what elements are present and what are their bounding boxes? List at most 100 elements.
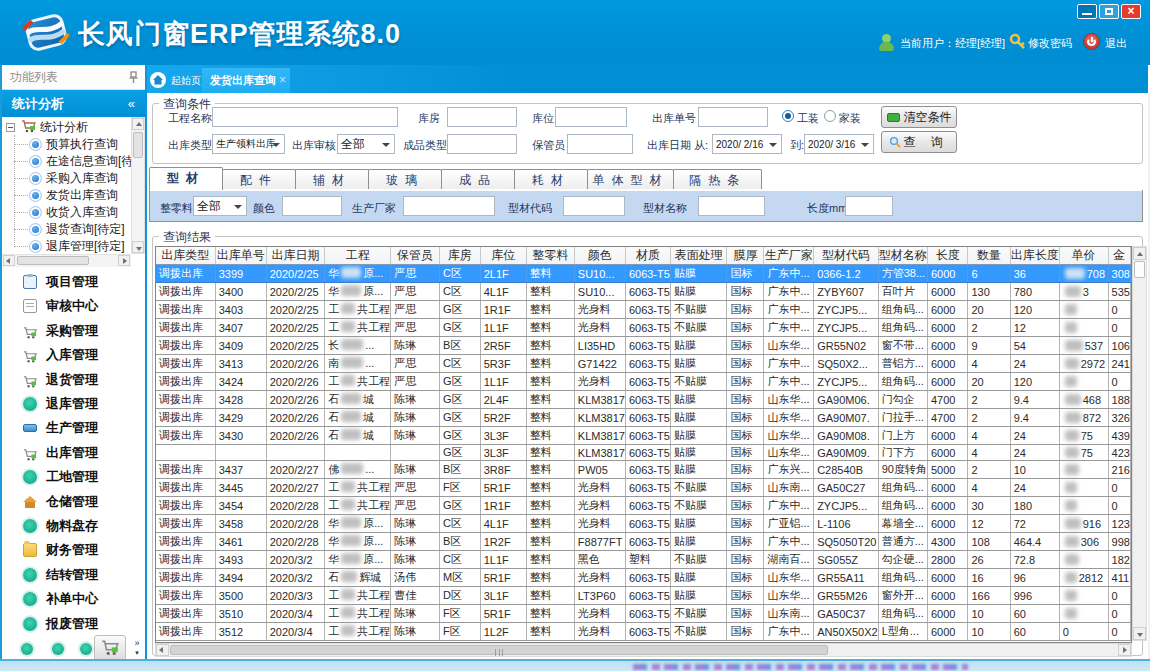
- tab-home[interactable]: 起始页: [150, 69, 201, 93]
- table-row[interactable]: 调拨出库34932020/3/2华原...陈琳C区1L1F整料黑色塑料不贴膜国标…: [156, 551, 1131, 569]
- column-header[interactable]: 库房: [439, 247, 480, 265]
- sidebar-menu-10[interactable]: 仓储管理: [2, 490, 145, 514]
- pin-icon[interactable]: [129, 71, 137, 83]
- table-horizontal-scrollbar[interactable]: [155, 643, 1132, 657]
- table-row[interactable]: G区3L3F整料KLM38176063-T5贴膜国标山东华...GA90M09.…: [156, 445, 1131, 461]
- sidebar-menu-11[interactable]: 物料盘存: [2, 514, 145, 538]
- sidebar-menu-12[interactable]: 财务管理: [2, 538, 145, 562]
- material-tab-5[interactable]: 成品: [441, 169, 515, 190]
- column-header[interactable]: 颜色: [574, 247, 625, 265]
- outbound-type-select[interactable]: 生产领料出库: [212, 134, 285, 154]
- table-row[interactable]: 调拨出库34582020/2/28华原...陈琳C区4L1F整料光身料6063-…: [156, 515, 1131, 533]
- material-tab-4[interactable]: 玻璃: [368, 169, 442, 190]
- sidebar-menu-4[interactable]: 入库管理: [2, 343, 145, 367]
- search-button[interactable]: 查 询: [881, 131, 957, 153]
- table-row[interactable]: 调拨出库34002020/2/25华原...严思C区4L1F整料SU10...6…: [156, 283, 1131, 301]
- change-password-link[interactable]: 修改密码: [1028, 34, 1072, 52]
- profile-code-input[interactable]: [563, 196, 625, 216]
- table-row[interactable]: 调拨出库35102020/3/4工共工程陈琳F区5R1F整料光身料6063-T5…: [156, 605, 1131, 623]
- logout-link[interactable]: 退出: [1105, 34, 1127, 52]
- manufacturer-input[interactable]: [403, 196, 495, 216]
- sidebar-menu-13[interactable]: 结转管理: [2, 563, 145, 587]
- material-tab-1[interactable]: 型材: [149, 167, 223, 190]
- column-header[interactable]: 数量: [968, 247, 1010, 265]
- tree-root-statistics[interactable]: 统计分析: [6, 119, 88, 136]
- table-row[interactable]: 调拨出库34092020/2/25长...陈琳B区2R5F整料LI35HD606…: [156, 337, 1131, 355]
- column-header[interactable]: 材质: [625, 247, 670, 265]
- cart-button[interactable]: [94, 635, 126, 661]
- minimize-button[interactable]: [1077, 4, 1097, 19]
- column-header[interactable]: 单价: [1059, 247, 1108, 265]
- table-row[interactable]: 调拨出库34292020/2/26石城陈琳G区5R2F整料KLM38176063…: [156, 409, 1131, 427]
- sidebar-menu-15[interactable]: 报废管理: [2, 612, 145, 636]
- tree-expander-icon[interactable]: [6, 123, 15, 132]
- dot-icon[interactable]: [52, 643, 64, 655]
- location-input[interactable]: [555, 107, 627, 127]
- tree-item[interactable]: 收货入库查询: [30, 204, 118, 221]
- table-row[interactable]: 调拨出库35122020/3/4工共工程陈琳F区1L2F整料光身料6063-T5…: [156, 623, 1131, 641]
- table-row[interactable]: 调拨出库34032020/2/25工共工程严思G区1R1F整料光身料6063-T…: [156, 301, 1131, 319]
- warehouse-input[interactable]: [447, 107, 517, 127]
- column-header[interactable]: 型材名称: [878, 247, 927, 265]
- sidebar-menu-8[interactable]: 出库管理: [2, 441, 145, 465]
- material-tab-8[interactable]: 隔热条: [673, 169, 762, 190]
- column-header[interactable]: 金: [1108, 247, 1130, 265]
- date-to-select[interactable]: 2020/ 3/16: [804, 134, 874, 154]
- project-name-input[interactable]: [212, 107, 398, 127]
- sidebar-menu-2[interactable]: 审核中心: [2, 294, 145, 318]
- tab-shipping-outbound-query[interactable]: 发货出库查询 ×: [202, 68, 290, 93]
- table-row[interactable]: 调拨出库34282020/2/26石城陈琳G区2L4F整料KLM38176063…: [156, 391, 1131, 409]
- tree-item[interactable]: 采购入库查询: [30, 170, 118, 187]
- table-row[interactable]: 调拨出库34942020/3/2石辉城汤伟M区5R1F整料光身料6063-T5贴…: [156, 569, 1131, 587]
- product-type-input[interactable]: [447, 134, 517, 154]
- table-row[interactable]: 调拨出库34372020/2/27佛...陈琳B区3R8F整料PW056063-…: [156, 461, 1131, 479]
- column-header[interactable]: 出库日期: [266, 247, 324, 265]
- dot-icon[interactable]: [21, 643, 33, 655]
- table-row[interactable]: 调拨出库34072020/2/25工共工程严思G区1L1F整料光身料6063-T…: [156, 319, 1131, 337]
- table-row[interactable]: 调拨出库34302020/2/26石城陈琳G区3L3F整料KLM38176063…: [156, 427, 1131, 445]
- radio-home-decor[interactable]: [824, 110, 836, 122]
- profile-name-input[interactable]: [698, 196, 765, 216]
- color-input[interactable]: [282, 196, 342, 216]
- sidebar-menu-3[interactable]: 采购管理: [2, 319, 145, 343]
- tab-close-icon[interactable]: ×: [279, 68, 286, 93]
- material-tab-2[interactable]: 配件: [222, 169, 296, 190]
- more-menu-button[interactable]: »▾: [131, 639, 143, 657]
- table-vertical-scrollbar[interactable]: [1132, 246, 1147, 641]
- sidebar-menu-1[interactable]: 项目管理: [2, 270, 145, 294]
- dot-icon[interactable]: [80, 643, 92, 655]
- collapse-icon[interactable]: «: [128, 90, 135, 117]
- column-header[interactable]: 工程: [325, 247, 391, 265]
- column-header[interactable]: 库位: [480, 247, 526, 265]
- tree-item[interactable]: 退库管理[待定]: [30, 238, 125, 254]
- date-from-select[interactable]: 2020/ 2/16: [712, 134, 782, 154]
- close-button[interactable]: ×: [1121, 4, 1141, 19]
- column-header[interactable]: 出库长度: [1010, 247, 1059, 265]
- sidebar-section-statistics[interactable]: 统计分析 «: [2, 90, 145, 117]
- table-row[interactable]: 调拨出库35002020/3/3工共工程曹佳D区3L1F整料LT3P606063…: [156, 587, 1131, 605]
- column-header[interactable]: 膜厚: [727, 247, 764, 265]
- sidebar-menu-5[interactable]: 退货管理: [2, 368, 145, 392]
- radio-work-clothes[interactable]: [782, 110, 794, 122]
- tree-horizontal-scrollbar[interactable]: [2, 254, 131, 267]
- maximize-button[interactable]: [1099, 4, 1119, 19]
- sidebar-menu-7[interactable]: 生产管理: [2, 416, 145, 440]
- sidebar-menu-14[interactable]: 补单中心: [2, 587, 145, 611]
- tree-item[interactable]: 在途信息查询[待: [30, 153, 132, 170]
- tree-item[interactable]: 发货出库查询: [30, 187, 118, 204]
- column-header[interactable]: 型材代码: [814, 247, 879, 265]
- keeper-input[interactable]: [567, 134, 633, 154]
- sidebar-menu-6[interactable]: 退库管理: [2, 392, 145, 416]
- table-row[interactable]: 调拨出库34612020/2/28华原...陈琳B区1R2F整料F8877FT6…: [156, 533, 1131, 551]
- column-header[interactable]: 整零料: [526, 247, 574, 265]
- tree-vertical-scrollbar[interactable]: [131, 117, 145, 254]
- column-header[interactable]: 出库单号: [215, 247, 266, 265]
- tree-item[interactable]: 退货查询[待定]: [30, 221, 125, 238]
- column-header[interactable]: 保管员: [391, 247, 440, 265]
- column-header[interactable]: 出库类型: [156, 247, 215, 265]
- audit-select[interactable]: 全部: [337, 134, 395, 154]
- column-header[interactable]: 表面处理: [670, 247, 727, 265]
- length-input[interactable]: [845, 196, 893, 216]
- material-tab-6[interactable]: 耗材: [514, 169, 588, 190]
- table-row[interactable]: 调拨出库34542020/2/28工共工程严思G区1R1F整料光身料6063-T…: [156, 497, 1131, 515]
